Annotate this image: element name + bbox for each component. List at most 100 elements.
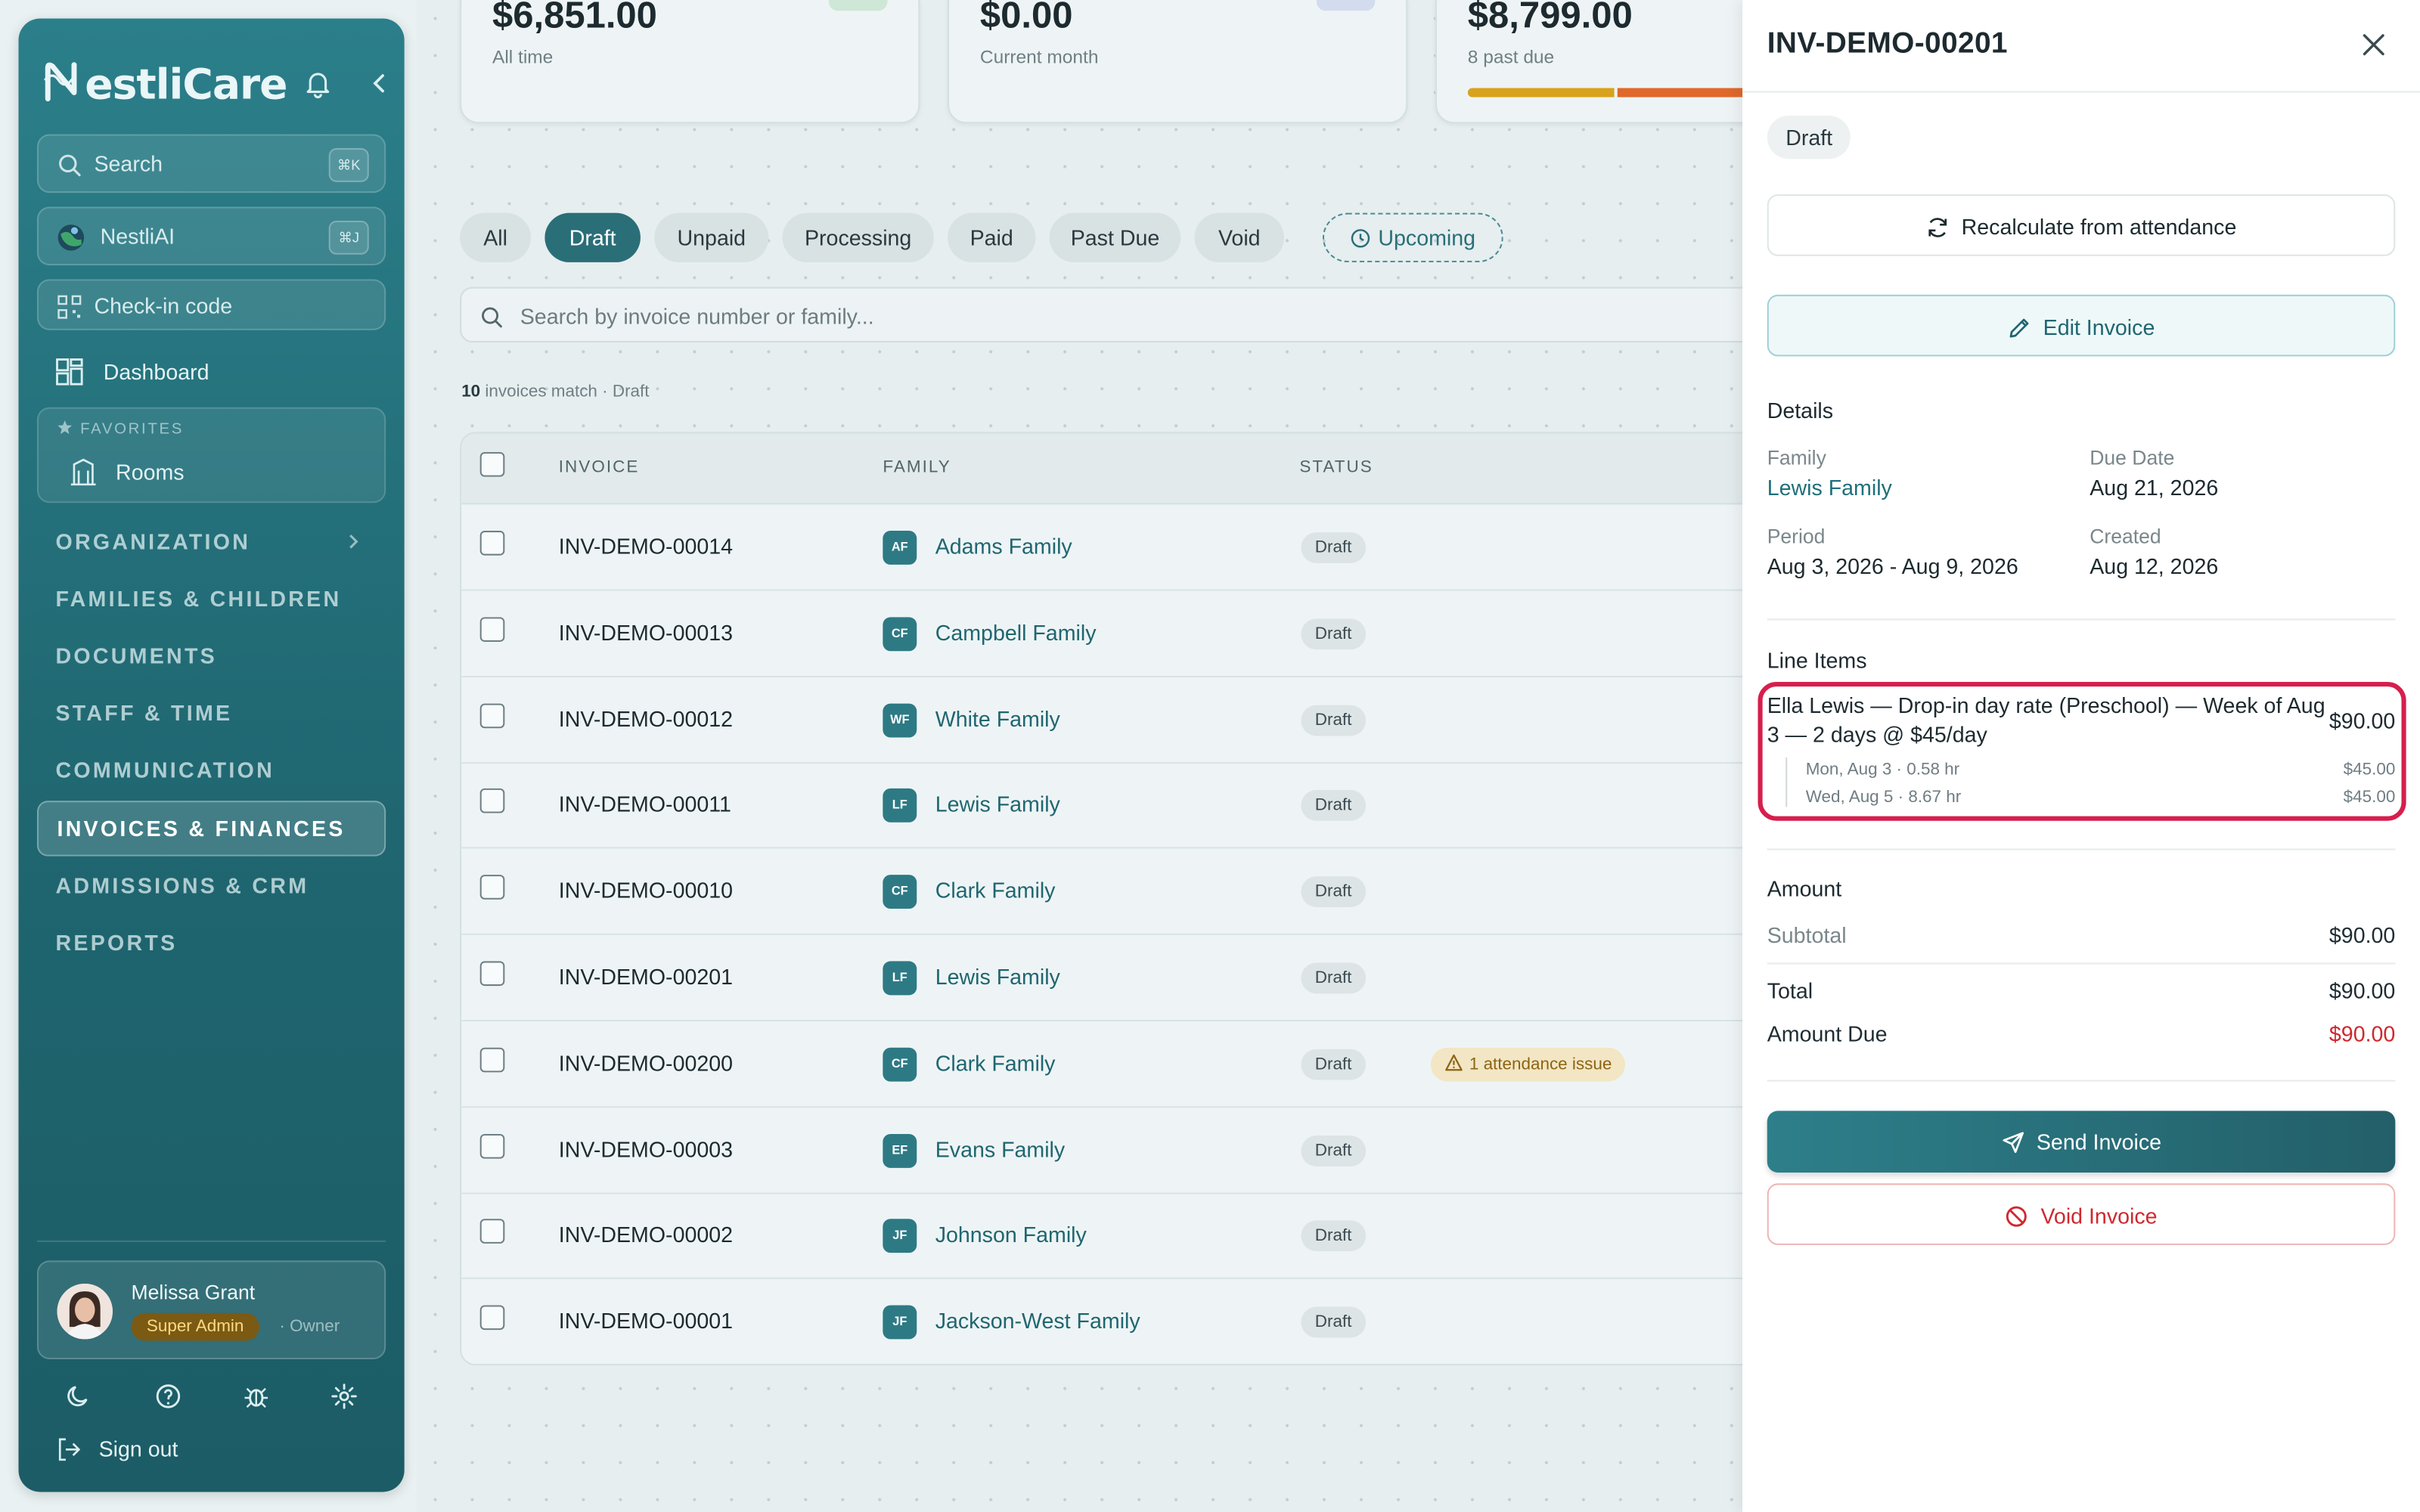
sidebar-section-communication[interactable]: COMMUNICATION xyxy=(55,758,275,782)
family-name[interactable]: Jackson-West Family xyxy=(935,1309,1140,1334)
tab-void[interactable]: Void xyxy=(1194,212,1284,262)
line-item-sub-amount: $45.00 xyxy=(2343,788,2396,807)
tab-draft[interactable]: Draft xyxy=(544,212,641,262)
sidebar-section-families-children[interactable]: FAMILIES & CHILDREN xyxy=(55,587,341,612)
ban-icon xyxy=(2006,1206,2028,1227)
details-title: Details xyxy=(1767,398,1834,423)
invoice-table: INVOICE FAMILY STATUS INV-DEMO-00014 AF Ad… xyxy=(460,432,1757,1366)
family-name[interactable]: Johnson Family xyxy=(935,1222,1087,1247)
invoice-number[interactable]: INV-DEMO-00201 xyxy=(559,965,733,990)
row-checkbox[interactable] xyxy=(479,531,505,556)
checkin-code-button[interactable]: Check-in code xyxy=(36,279,386,330)
row-checkbox[interactable] xyxy=(479,1219,505,1244)
table-row[interactable]: INV-DEMO-00003 EF Evans Family Draft xyxy=(461,1107,1755,1194)
row-checkbox[interactable] xyxy=(479,961,505,987)
help-icon[interactable] xyxy=(154,1383,182,1411)
family-link[interactable]: Lewis Family xyxy=(1767,476,1892,500)
user-avatar-icon xyxy=(57,1283,113,1340)
sidebar-section-invoices-finances[interactable]: INVOICES & FINANCES xyxy=(36,801,386,857)
row-checkbox[interactable] xyxy=(479,1133,505,1158)
table-row[interactable]: INV-DEMO-00014 AF Adams Family Draft xyxy=(461,504,1755,591)
send-invoice-button[interactable]: Send Invoice xyxy=(1767,1111,2396,1173)
divider xyxy=(1767,1080,2396,1082)
invoice-number[interactable]: INV-DEMO-00011 xyxy=(559,792,731,817)
table-row[interactable]: INV-DEMO-00200 CF Clark Family Draft 1 atten… xyxy=(461,1021,1755,1108)
column-header-status: STATUS xyxy=(1299,458,1373,477)
moon-icon[interactable] xyxy=(65,1383,93,1411)
family-name[interactable]: Lewis Family xyxy=(935,792,1060,817)
table-row[interactable]: INV-DEMO-00011 LF Lewis Family Draft xyxy=(461,763,1755,850)
void-invoice-button[interactable]: Void Invoice xyxy=(1767,1183,2396,1245)
globe-icon xyxy=(57,225,85,251)
stat-badge xyxy=(828,0,888,11)
invoice-search[interactable] xyxy=(460,287,1757,343)
family-name[interactable]: White Family xyxy=(935,706,1060,731)
row-checkbox[interactable] xyxy=(479,789,505,814)
family-name[interactable]: Lewis Family xyxy=(935,965,1060,990)
clock-icon xyxy=(1351,229,1370,248)
invoice-number[interactable]: INV-DEMO-00010 xyxy=(559,878,733,903)
amount-due-label: Amount Due xyxy=(1767,1021,1888,1046)
table-row[interactable]: INV-DEMO-00001 JF Jackson-West Family Draft xyxy=(461,1279,1754,1364)
gear-icon[interactable] xyxy=(330,1383,358,1411)
row-checkbox[interactable] xyxy=(479,1047,505,1072)
sidebar-search[interactable]: Search ⌘K xyxy=(36,134,386,194)
invoice-number[interactable]: INV-DEMO-00003 xyxy=(559,1136,733,1161)
recalculate-button[interactable]: Recalculate from attendance xyxy=(1767,194,2396,256)
sidebar-section-admissions-crm[interactable]: ADMISSIONS & CRM xyxy=(55,873,309,898)
line-item-description: Ella Lewis — Drop-in day rate (Preschool… xyxy=(1767,692,2325,747)
search-icon xyxy=(59,154,81,177)
tab-processing[interactable]: Processing xyxy=(782,212,934,262)
invoice-number[interactable]: INV-DEMO-00001 xyxy=(559,1309,733,1334)
invoice-number[interactable]: INV-DEMO-00014 xyxy=(559,534,733,559)
invoice-number[interactable]: INV-DEMO-00002 xyxy=(559,1222,733,1247)
nestli-ai-button[interactable]: NestliAI ⌘J xyxy=(36,206,386,266)
attendance-warning-badge[interactable]: 1 attendance issue xyxy=(1430,1047,1626,1082)
bug-icon[interactable] xyxy=(242,1383,270,1411)
bell-icon[interactable] xyxy=(302,68,334,99)
edit-invoice-button[interactable]: Edit Invoice xyxy=(1767,294,2396,357)
logo[interactable]: estliCare xyxy=(43,59,288,110)
amount-title: Amount xyxy=(1767,876,1842,901)
table-row[interactable]: INV-DEMO-00013 CF Campbell Family Draft xyxy=(461,590,1755,677)
invoice-number[interactable]: INV-DEMO-00200 xyxy=(559,1050,733,1075)
favorites-section: FAVORITES Rooms xyxy=(36,407,386,503)
column-header-family: FAMILY xyxy=(883,458,951,477)
tab-paid[interactable]: Paid xyxy=(948,212,1036,262)
row-checkbox[interactable] xyxy=(479,702,505,728)
sidebar-section-organization[interactable]: ORGANIZATION xyxy=(55,529,250,554)
table-row[interactable]: INV-DEMO-00010 CF Clark Family Draft xyxy=(461,849,1755,936)
close-icon[interactable] xyxy=(2360,31,2387,59)
user-profile[interactable]: Melissa Grant Super Admin · Owner xyxy=(36,1260,386,1359)
row-checkbox[interactable] xyxy=(479,1305,505,1331)
family-name[interactable]: Adams Family xyxy=(935,534,1072,559)
family-name[interactable]: Evans Family xyxy=(935,1136,1065,1161)
row-checkbox[interactable] xyxy=(479,616,505,642)
family-name[interactable]: Clark Family xyxy=(935,1050,1056,1075)
invoice-number[interactable]: INV-DEMO-00012 xyxy=(559,706,733,731)
ai-shortcut: ⌘J xyxy=(328,220,369,255)
select-all-checkbox[interactable] xyxy=(479,451,505,477)
sidebar-section-reports[interactable]: REPORTS xyxy=(55,931,177,956)
period-value: Aug 3, 2026 - Aug 9, 2026 xyxy=(1767,553,2018,579)
tab-upcoming[interactable]: Upcoming xyxy=(1322,212,1503,262)
chevron-left-icon[interactable] xyxy=(365,68,396,99)
total-row: Total $90.00 xyxy=(1767,978,2396,1009)
drawer-title: INV-DEMO-00201 xyxy=(1767,27,2008,60)
table-row[interactable]: INV-DEMO-00002 JF Johnson Family Draft xyxy=(461,1193,1755,1280)
family-name[interactable]: Clark Family xyxy=(935,878,1056,903)
invoice-search-input[interactable] xyxy=(520,299,1724,333)
chevron-right-icon[interactable] xyxy=(343,531,365,553)
row-checkbox[interactable] xyxy=(479,875,505,900)
total-label: Total xyxy=(1767,978,1813,1003)
tab-past-due[interactable]: Past Due xyxy=(1049,212,1181,262)
sidebar-section-staff-time[interactable]: STAFF & TIME xyxy=(55,701,232,726)
table-row[interactable]: INV-DEMO-00201 LF Lewis Family Draft xyxy=(461,935,1755,1022)
invoice-number[interactable]: INV-DEMO-00013 xyxy=(559,620,733,645)
tab-all[interactable]: All xyxy=(460,212,532,262)
table-row[interactable]: INV-DEMO-00012 WF White Family Draft xyxy=(461,677,1755,764)
family-name[interactable]: Campbell Family xyxy=(935,620,1097,645)
sidebar-section-documents[interactable]: DOCUMENTS xyxy=(55,643,217,668)
tab-unpaid[interactable]: Unpaid xyxy=(654,212,769,262)
status-badge: Draft xyxy=(1767,116,1851,160)
